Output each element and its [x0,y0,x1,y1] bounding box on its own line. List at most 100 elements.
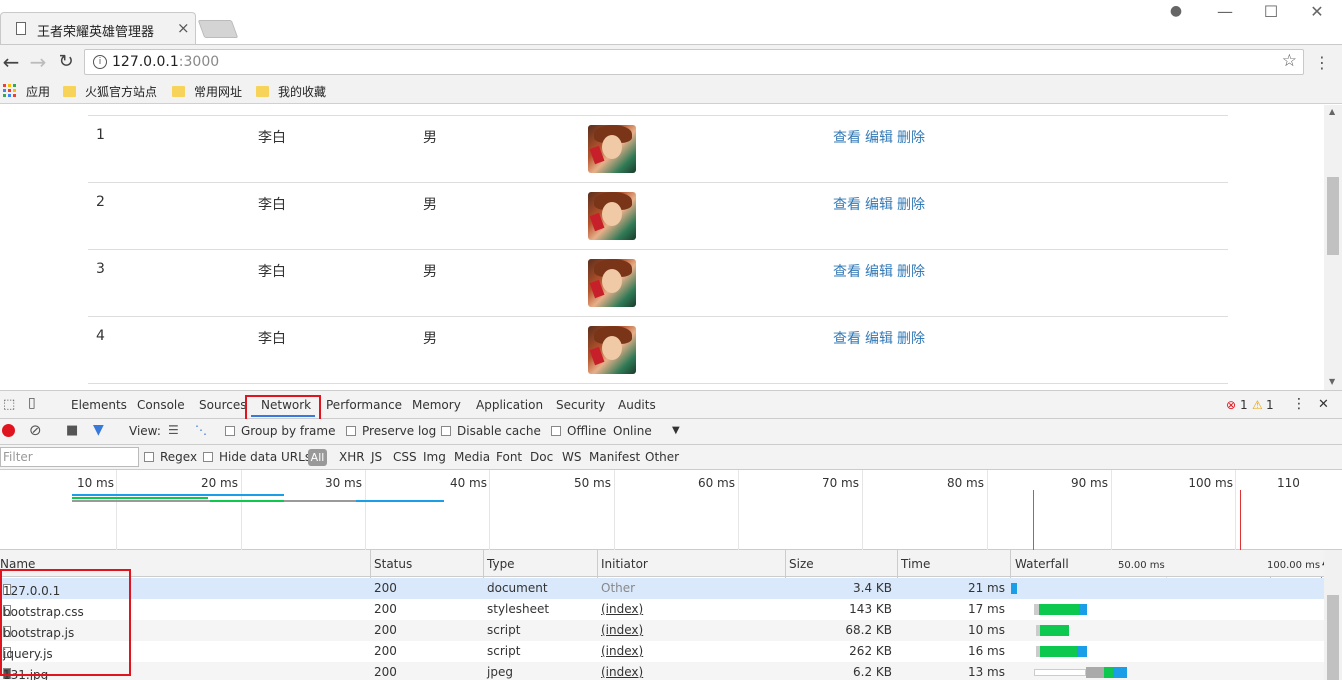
checkbox[interactable] [225,426,235,436]
request-initiator[interactable]: (index) [601,644,643,658]
forward-button[interactable]: → [27,50,49,74]
preserve-log-option[interactable]: Preserve log [346,424,436,438]
devtools-close-button[interactable]: ✕ [1318,397,1329,412]
tab-security[interactable]: Security [556,398,605,412]
minimize-button[interactable]: — [1215,2,1235,21]
checkbox[interactable] [203,452,213,462]
request-row[interactable]: bootstrap.js 200 script (index) 68.2 KB … [0,620,1324,641]
scroll-down-icon[interactable]: ▼ [1329,377,1335,386]
request-row[interactable]: 131.jpg 200 jpeg (index) 6.2 KB 13 ms [0,662,1324,680]
close-window-button[interactable]: ✕ [1307,2,1327,21]
error-icon[interactable]: ⊗ [1226,398,1236,412]
tab-application[interactable]: Application [476,398,543,412]
filter-font[interactable]: Font [496,450,522,464]
tab-close-button[interactable]: × [177,19,190,37]
bookmark-firefox-sites[interactable]: 火狐官方站点 [63,83,157,100]
tab-elements[interactable]: Elements [71,398,127,412]
bookmark-common-sites[interactable]: 常用网址 [172,83,242,100]
column-size[interactable]: Size [789,557,814,571]
throttling-caret-icon[interactable]: ▼ [672,425,680,436]
column-type[interactable]: Type [487,557,515,571]
column-time[interactable]: Time [901,557,930,571]
disable-cache-option[interactable]: Disable cache [441,424,541,438]
delete-link[interactable]: 删除 [897,331,925,347]
account-icon[interactable]: ● [1166,3,1186,19]
view-link[interactable]: 查看 [833,264,861,280]
list-view-icon[interactable]: ☰ [168,423,179,437]
browser-tab[interactable]: 王者荣耀英雄管理器 × [0,12,196,45]
column-status[interactable]: Status [374,557,412,571]
devtools-menu-button[interactable]: ⋮ [1292,396,1306,412]
checkbox[interactable] [551,426,561,436]
hide-data-urls-option[interactable]: Hide data URLs [203,450,311,464]
requests-scrollbar[interactable] [1324,550,1342,680]
record-icon[interactable] [2,424,15,437]
edit-link[interactable]: 编辑 [865,331,893,347]
edit-link[interactable]: 编辑 [865,264,893,280]
filter-js[interactable]: JS [371,450,382,464]
regex-option[interactable]: Regex [144,450,197,464]
filter-media[interactable]: Media [454,450,490,464]
device-toolbar-icon[interactable]: ▯ [28,395,36,411]
filter-manifest[interactable]: Manifest [589,450,640,464]
view-link[interactable]: 查看 [833,331,861,347]
filter-doc[interactable]: Doc [530,450,553,464]
screenshot-camera-icon[interactable]: ■ [66,423,78,438]
page-scrollbar[interactable]: ▲ ▼ [1324,105,1342,390]
delete-link[interactable]: 删除 [897,197,925,213]
clear-icon[interactable]: ⊘ [29,421,42,439]
view-link[interactable]: 查看 [833,197,861,213]
tab-console[interactable]: Console [137,398,185,412]
inspect-element-icon[interactable]: ⬚ [3,397,15,412]
back-button[interactable]: ← [0,50,22,74]
offline-option[interactable]: Offline [551,424,606,438]
bookmark-apps[interactable]: 应用 [26,83,50,100]
bookmark-my-favorites[interactable]: 我的收藏 [256,83,326,100]
tab-performance[interactable]: Performance [326,398,402,412]
request-row[interactable]: 127.0.0.1 200 document Other 3.4 KB 21 m… [0,578,1324,599]
request-row[interactable]: jquery.js 200 script (index) 262 KB 16 m… [0,641,1324,662]
request-row[interactable]: bootstrap.css 200 stylesheet (index) 143… [0,599,1324,620]
filter-xhr[interactable]: XHR [339,450,365,464]
page-scroll-thumb[interactable] [1327,177,1339,255]
reload-button[interactable]: ↻ [55,51,77,72]
filter-img[interactable]: Img [423,450,446,464]
filter-other[interactable]: Other [645,450,679,464]
waterfall-view-icon[interactable]: ⋱ [195,423,207,437]
filter-all[interactable]: All [308,449,327,466]
overview-tick: 10 ms [76,476,114,490]
group-by-frame-option[interactable]: Group by frame [225,424,335,438]
tab-memory[interactable]: Memory [412,398,461,412]
throttling-select[interactable]: Online [613,424,652,438]
filter-icon[interactable]: ▼ [93,422,104,438]
checkbox[interactable] [441,426,451,436]
apps-grid-icon[interactable] [3,84,17,98]
address-bar[interactable]: i 127.0.0.1:3000 ☆ [84,49,1304,75]
edit-link[interactable]: 编辑 [865,130,893,146]
edit-link[interactable]: 编辑 [865,197,893,213]
tab-sources[interactable]: Sources [199,398,246,412]
view-link[interactable]: 查看 [833,130,861,146]
site-info-icon[interactable]: i [93,55,107,69]
scroll-up-icon[interactable]: ▲ [1329,107,1335,116]
checkbox[interactable] [144,452,154,462]
requests-scroll-thumb[interactable] [1327,595,1339,680]
column-initiator[interactable]: Initiator [601,557,648,571]
maximize-button[interactable]: ☐ [1261,2,1281,21]
url-port: :3000 [178,54,220,70]
bookmark-star-icon[interactable]: ☆ [1282,51,1297,71]
request-initiator[interactable]: (index) [601,665,643,679]
delete-link[interactable]: 删除 [897,130,925,146]
filter-ws[interactable]: WS [562,450,581,464]
filter-css[interactable]: CSS [393,450,417,464]
filter-input[interactable]: Filter [0,447,139,467]
checkbox[interactable] [346,426,356,436]
new-tab-button[interactable] [197,20,239,38]
tab-audits[interactable]: Audits [618,398,656,412]
delete-link[interactable]: 删除 [897,264,925,280]
warning-icon[interactable]: ⚠ [1252,398,1263,412]
request-initiator[interactable]: (index) [601,623,643,637]
request-initiator[interactable]: (index) [601,602,643,616]
column-waterfall[interactable]: Waterfall [1015,557,1069,571]
browser-menu-button[interactable]: ⋮ [1314,53,1330,72]
